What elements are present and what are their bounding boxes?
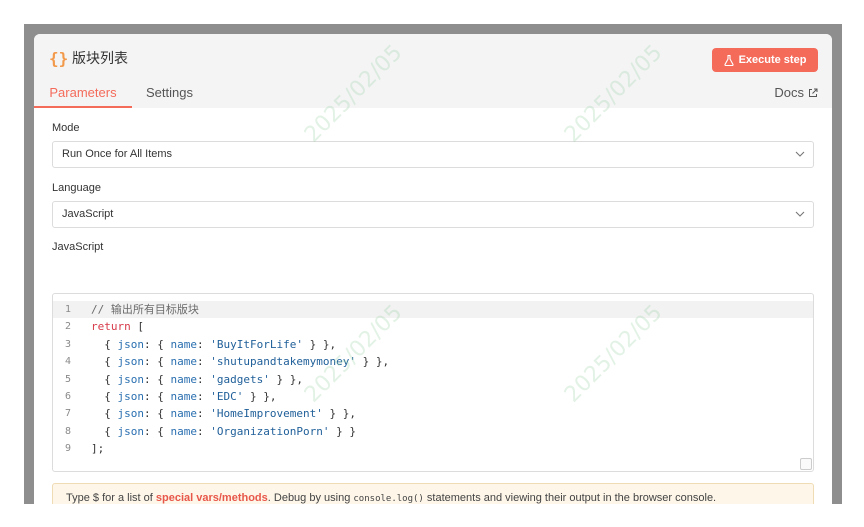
tab-parameters[interactable]: Parameters — [34, 84, 132, 108]
line-number: 7 — [64, 408, 71, 420]
line-number: 4 — [64, 356, 71, 368]
parameters-content: Mode Run Once for All Items Language Jav… — [34, 108, 832, 504]
line-number: 5 — [64, 373, 71, 385]
resize-handle-icon[interactable] — [800, 458, 812, 470]
tab-settings[interactable]: Settings — [146, 84, 193, 108]
code-line[interactable]: 7 { json: { name: 'HomeImprovement' } }, — [53, 405, 813, 422]
code-line[interactable]: 4 { json: { name: 'shutupandtakemymoney'… — [53, 353, 813, 370]
hint-code: console.log() — [353, 494, 424, 504]
code-text: { json: { name: 'shutupandtakemymoney' }… — [91, 355, 390, 369]
mode-label: Mode — [52, 122, 80, 134]
docs-link[interactable]: Docs — [774, 84, 818, 102]
code-line[interactable]: 1 // 输出所有目标版块 — [53, 301, 813, 318]
language-select[interactable]: JavaScript — [52, 201, 814, 228]
line-number: 3 — [64, 338, 71, 350]
language-value: JavaScript — [62, 208, 114, 220]
flask-icon — [723, 54, 734, 66]
code-line[interactable]: 8 { json: { name: 'OrganizationPorn' } } — [53, 423, 813, 440]
code-line[interactable]: 9]; — [53, 440, 813, 457]
node-title[interactable]: 版块列表 — [72, 48, 128, 70]
code-text: return [ — [91, 320, 144, 334]
code-text: // 输出所有目标版块 — [91, 303, 199, 316]
code-text: ]; — [91, 442, 105, 456]
hint-suffix: statements and viewing their output in t… — [423, 492, 717, 504]
line-number: 8 — [64, 425, 71, 437]
line-number: 1 — [64, 304, 71, 315]
execute-step-label: Execute step — [738, 54, 807, 66]
hint-banner: Type $ for a list of special vars/method… — [52, 483, 814, 504]
chevron-down-icon — [795, 211, 805, 217]
docs-label: Docs — [774, 85, 804, 100]
execute-step-button[interactable]: Execute step — [712, 48, 818, 72]
chevron-down-icon — [795, 151, 805, 157]
code-text: { json: { name: 'OrganizationPorn' } } — [91, 424, 356, 438]
external-link-icon — [809, 88, 818, 97]
code-line[interactable]: 2 return [ — [53, 318, 813, 335]
language-label: Language — [52, 182, 101, 194]
code-text: { json: { name: 'EDC' } }, — [91, 390, 277, 403]
line-number: 9 — [64, 443, 71, 455]
code-editor[interactable]: 9]; 8 { json: { name: 'OrganizationPorn' … — [52, 293, 814, 472]
line-number: 6 — [64, 391, 71, 402]
node-panel: {} 版块列表 Execute step Parameters Settings… — [34, 34, 832, 504]
hint-middle: . Debug by using — [267, 492, 354, 504]
code-line[interactable]: 5 { json: { name: 'gadgets' } }, — [53, 371, 813, 388]
code-line[interactable]: 6 { json: { name: 'EDC' } }, — [53, 388, 813, 405]
line-number: 2 — [64, 321, 71, 333]
hint-prefix: Type $ for a list of — [66, 492, 156, 504]
node-header: {} 版块列表 Execute step Parameters Settings… — [34, 34, 832, 108]
code-text: { json: { name: 'HomeImprovement' } }, — [91, 407, 356, 421]
code-label: JavaScript — [52, 241, 104, 253]
code-braces-icon: {} — [49, 49, 69, 68]
code-line[interactable]: 3 { json: { name: 'BuyItForLife' } }, — [53, 336, 813, 353]
mode-select[interactable]: Run Once for All Items — [52, 141, 814, 168]
special-vars-link[interactable]: special vars/methods — [156, 492, 268, 504]
code-text: { json: { name: 'BuyItForLife' } }, — [91, 337, 337, 351]
code-text: { json: { name: 'gadgets' } }, — [91, 372, 303, 386]
mode-value: Run Once for All Items — [62, 148, 173, 160]
